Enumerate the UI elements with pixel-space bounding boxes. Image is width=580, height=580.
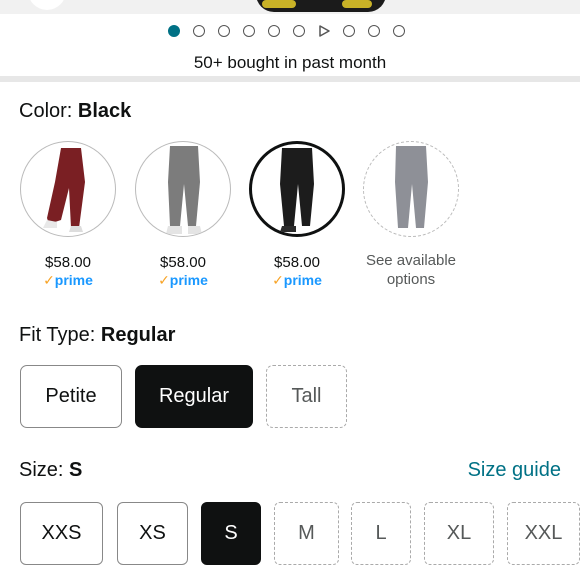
color-swatch-gray[interactable]: $58.00 ✓prime (135, 141, 231, 289)
size-label-prefix: Size: (19, 459, 70, 481)
prime-check-icon: ✓ (158, 272, 170, 288)
fit-option-petite[interactable]: Petite (20, 365, 122, 428)
size-option-m[interactable]: M (274, 502, 339, 565)
color-selected-value: Black (77, 100, 132, 122)
fit-option-tall[interactable]: Tall (266, 365, 347, 428)
fit-type-label: Fit Type: Regular (19, 324, 175, 347)
image-carousel-indicator (168, 25, 405, 37)
carousel-dot[interactable] (243, 25, 255, 37)
size-selected-value: S (69, 459, 83, 481)
color-swatch-black[interactable]: $58.00 ✓prime (249, 141, 345, 289)
fit-option-regular[interactable]: Regular (135, 365, 253, 428)
prime-check-icon: ✓ (272, 272, 284, 288)
color-swatch-maroon[interactable]: $58.00 ✓prime (20, 141, 116, 289)
video-play-icon[interactable] (318, 25, 330, 37)
size-option-xs[interactable]: XS (117, 502, 188, 565)
color-label: Color: Black (19, 100, 131, 123)
size-option-xl[interactable]: XL (424, 502, 494, 565)
color-swatch-light-gray[interactable]: See available options (363, 141, 459, 289)
size-option-xxs[interactable]: XXS (20, 502, 103, 565)
see-line-1: See available (365, 252, 457, 269)
size-option-l[interactable]: L (351, 502, 411, 565)
see-available-options: See available options (363, 251, 459, 289)
swatch-image (363, 141, 459, 237)
color-label-prefix: Color: (19, 100, 78, 122)
swatch-image (135, 141, 231, 237)
share-button[interactable] (28, 0, 66, 10)
see-line-2: options (386, 271, 436, 288)
bought-in-past-month: 50+ bought in past month (193, 53, 387, 72)
size-guide-link[interactable]: Size guide (468, 459, 561, 482)
swatch-image (249, 141, 345, 237)
swatch-price: $58.00 (160, 254, 206, 271)
swatch-price: $58.00 (45, 254, 91, 271)
carousel-dot[interactable] (168, 25, 180, 37)
size-option-s[interactable]: S (201, 502, 261, 565)
product-image-strip (0, 0, 580, 14)
swatch-price: $58.00 (274, 254, 320, 271)
shoe-image (256, 0, 386, 12)
carousel-dot[interactable] (218, 25, 230, 37)
prime-text: prime (54, 272, 93, 288)
prime-check-icon: ✓ (43, 272, 55, 288)
prime-badge: ✓prime (20, 272, 116, 289)
prime-text: prime (169, 272, 208, 288)
prime-text: prime (283, 272, 322, 288)
carousel-dot[interactable] (193, 25, 205, 37)
fit-type-selected-value: Regular (100, 324, 176, 346)
carousel-dot[interactable] (293, 25, 305, 37)
prime-badge: ✓prime (249, 272, 345, 289)
carousel-dot[interactable] (268, 25, 280, 37)
size-option-xxl[interactable]: XXL (507, 502, 580, 565)
carousel-dot[interactable] (343, 25, 355, 37)
carousel-dot[interactable] (393, 25, 405, 37)
section-divider (0, 76, 580, 82)
swatch-image (20, 141, 116, 237)
prime-badge: ✓prime (135, 272, 231, 289)
fit-type-label-prefix: Fit Type: (19, 324, 101, 346)
carousel-dot[interactable] (368, 25, 380, 37)
size-label: Size: S (19, 459, 82, 482)
